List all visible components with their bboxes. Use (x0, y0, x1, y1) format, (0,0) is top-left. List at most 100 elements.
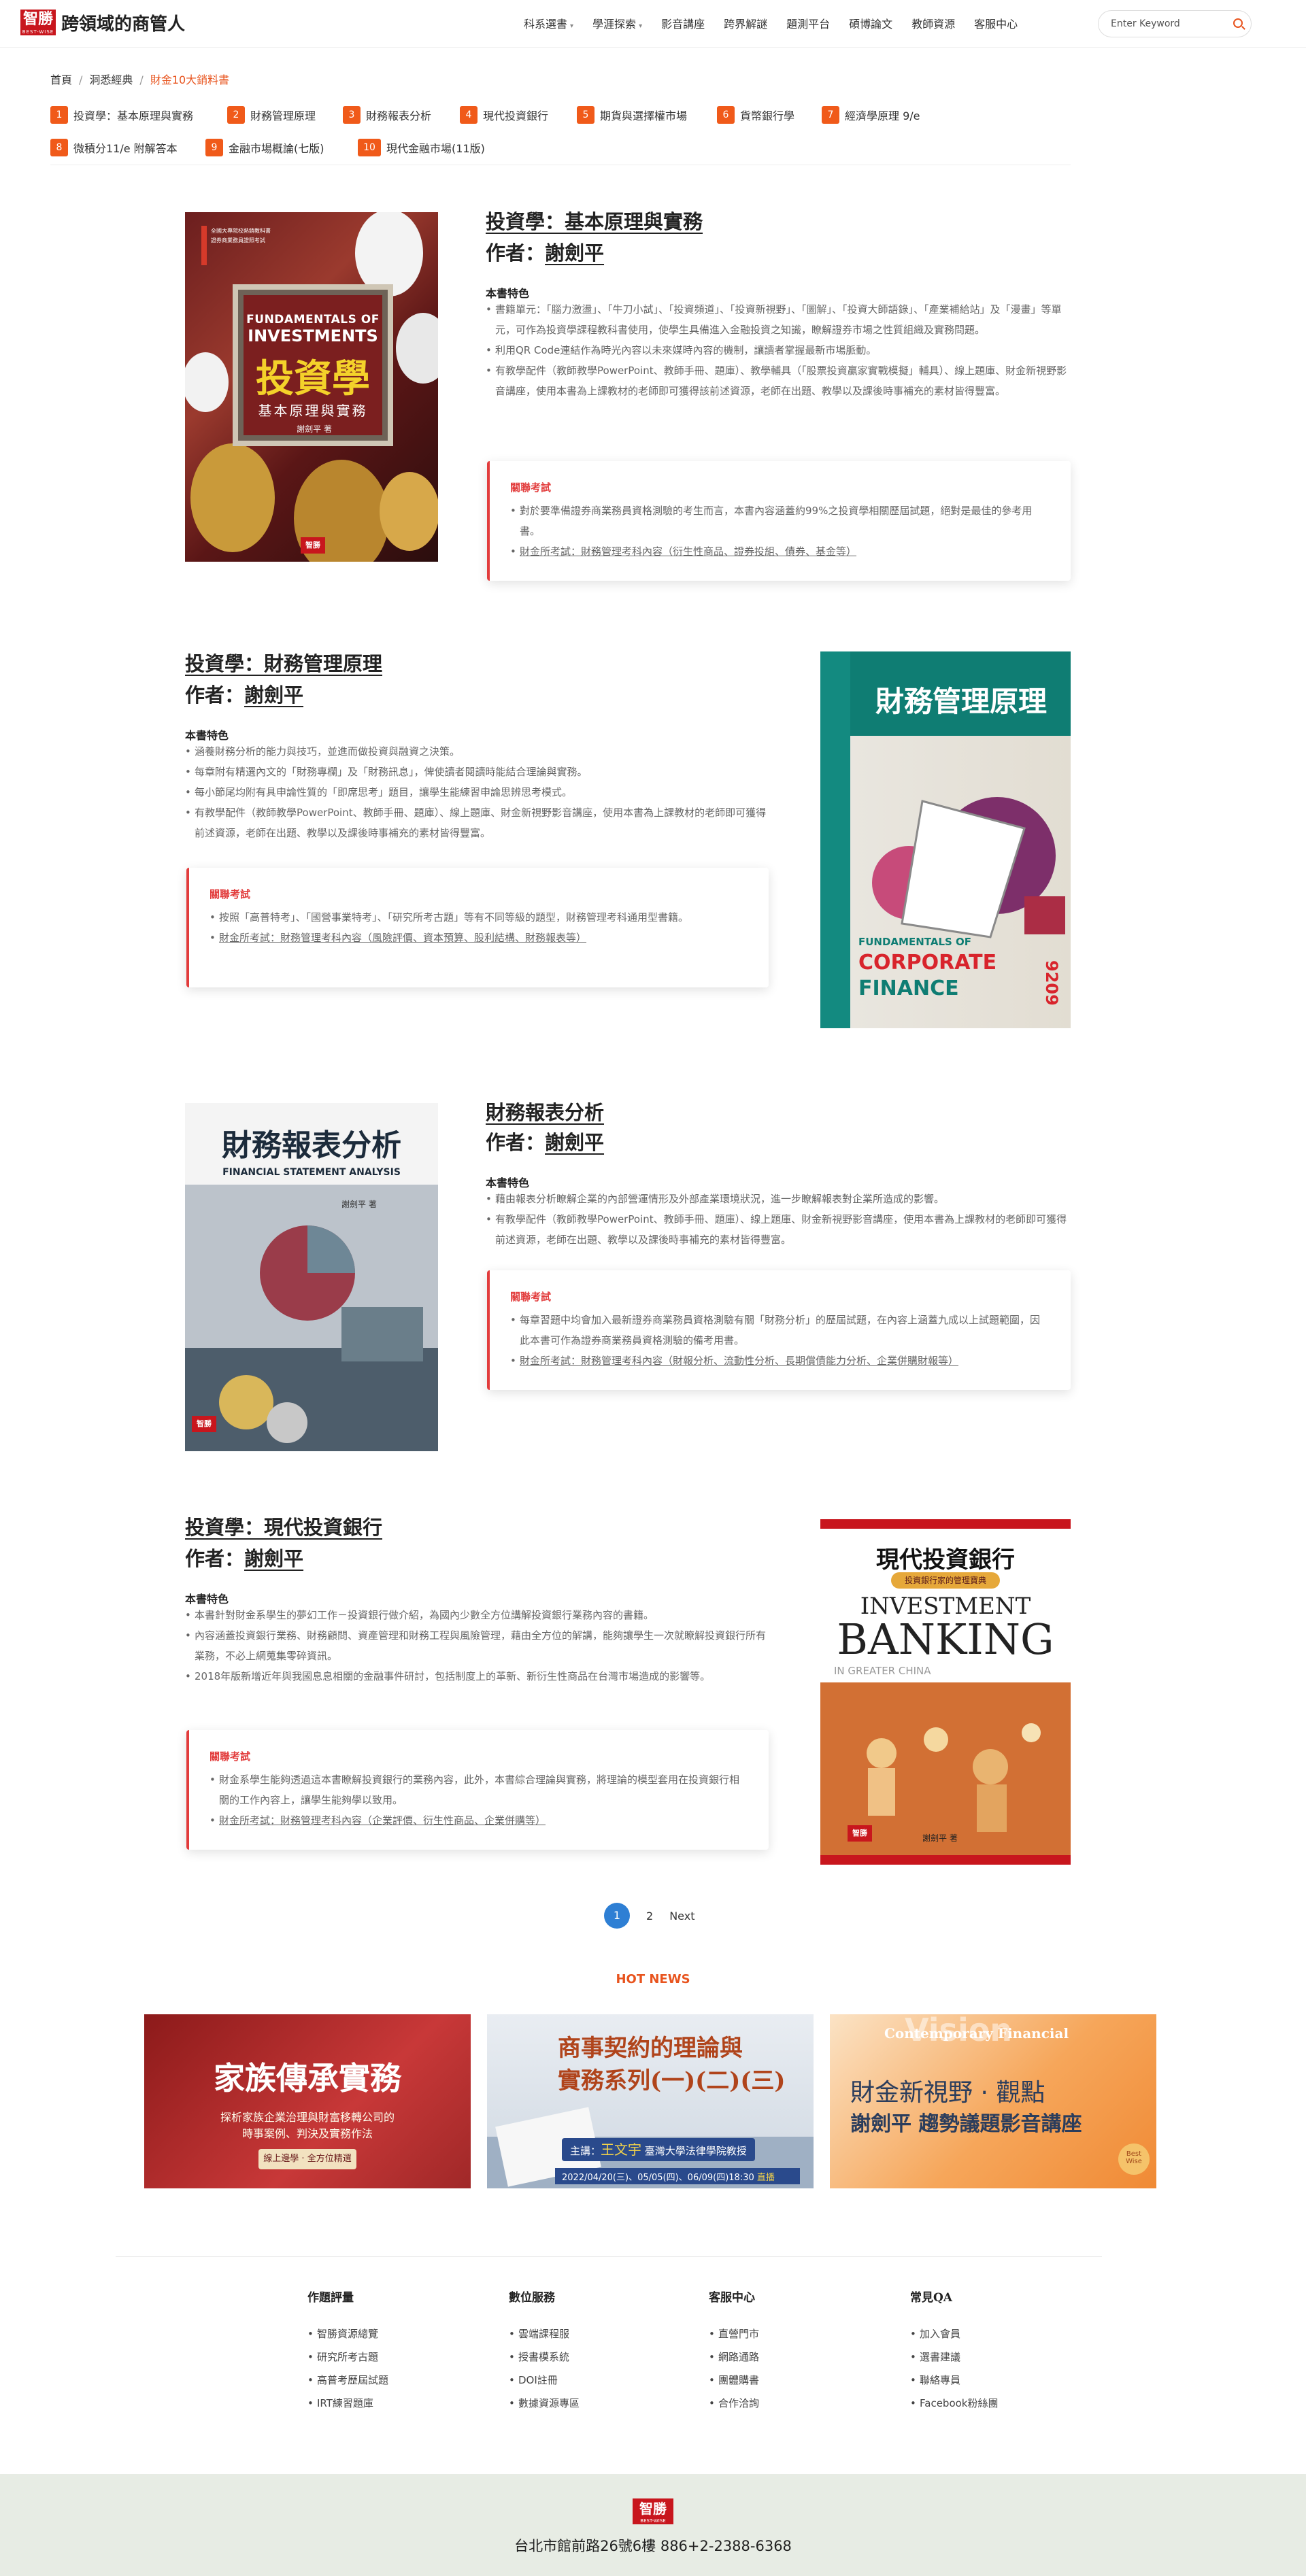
exam-link[interactable]: 財金所考試：財務管理考科內容（風險評價、資本預算、股利結構、財務報表等） (210, 928, 741, 948)
nav-item-career[interactable]: 學涯探索 ▾ (592, 15, 642, 31)
exam-box: 關聯考試 按照「高普特考」、「國營事業特考」、「研究所考古題」等有不同等級的題型… (186, 868, 769, 987)
footer-link[interactable]: 研究所考古題 (307, 2345, 388, 2369)
news-banner-family[interactable]: 家族傳承實務 探析家族企業治理與財富移轉公司的 時事案例、判決及實務作法 線上邊… (144, 2014, 471, 2188)
exam-link[interactable]: 財金所考試：財務管理考科內容（衍生性商品、證券投組、債券、基金等） (510, 541, 1043, 562)
footer-column: 作題評量 智勝資源總覽 研究所考古題 高普考歷屆試題 IRT練習題庫 (307, 2288, 388, 2415)
footer-link[interactable]: 數據資源專區 (509, 2392, 580, 2415)
news-banner-vision[interactable]: Vision Contemporary Financial 財金新視野 · 觀點… (830, 2014, 1156, 2188)
news-banner-contract[interactable]: 商事契約的理論與 實務系列(一)(二)(三) 主講：王文宇 臺灣大學法律學院教授… (487, 2014, 814, 2188)
features-heading: 本書特色 (486, 287, 530, 300)
cover-author: 謝劍平 著 (297, 424, 332, 434)
exam-list: 每章習題中均會加入最新證券商業務員資格測驗有關「財務分析」的歷屆試題，在內容上涵… (510, 1310, 1043, 1371)
footer-link[interactable]: DOI註冊 (509, 2369, 580, 2392)
breadcrumb-current: 財金10大銷料書 (150, 73, 230, 86)
breadcrumb-home[interactable]: 首頁 (50, 73, 72, 86)
footer-link[interactable]: 授書模系統 (509, 2345, 580, 2369)
exam-link[interactable]: 財金所考試：財務管理考科內容（財報分析、流動性分析、長期償債能力分析、企業併購財… (510, 1351, 1043, 1371)
book-tag[interactable]: 4 現代投資銀行 (460, 106, 548, 124)
footer-link[interactable]: IRT練習題庫 (307, 2392, 388, 2415)
main-nav: 科系選書 ▾ 學涯探索 ▾ 影音講座 跨界解謎 題測平台 碩博論文 教師資源 客服中… (524, 15, 1037, 31)
banner-title-2: 實務系列(一)(二)(三) (558, 2067, 786, 2095)
exam-link[interactable]: 財金所考試：財務管理考科內容（企業評價、衍生性商品、企業併購等） (210, 1810, 741, 1831)
book-tag[interactable]: 8 微積分11/e 附解答本 (50, 139, 178, 156)
book-cover[interactable]: 現代投資銀行 投資銀行家的管理寶典 INVESTMENT BANKING IN … (820, 1519, 1071, 1865)
site-name: 跨領域的商管人 (61, 14, 186, 35)
divider (116, 2256, 1102, 2257)
banner-title: 家族傳承實務 (214, 2060, 401, 2097)
book-tag[interactable]: 7 經濟學原理 9/e (822, 106, 920, 124)
book-title[interactable]: 財務報表分析 (486, 1098, 604, 1128)
exam-title: 關聯考試 (210, 1750, 251, 1763)
book-tag[interactable]: 6 貨幣銀行學 (717, 106, 794, 124)
book-tag[interactable]: 2 財務管理原理 (227, 106, 316, 124)
footer-address: 台北市館前路26號6樓 886+2-2388-6368 (514, 2538, 792, 2554)
banner-button: 線上邊學 · 全方位精選 (258, 2149, 356, 2169)
book-title[interactable]: 投資學：現代投資銀行 (185, 1512, 382, 1542)
cover-en-1: FUNDAMENTALS OF (858, 936, 972, 948)
footer-link[interactable]: 網路通路 (709, 2345, 759, 2369)
exam-item: 財金系學生能夠透過這本書瞭解投資銀行的業務內容，此外，本書綜合理論與實務，將理論… (210, 1769, 741, 1810)
nav-item-puzzle[interactable]: 跨界解謎 (724, 15, 767, 31)
banner-host: 主講：王文宇 臺灣大學法律學院教授 (562, 2138, 755, 2161)
pagination: 1 2 Next (604, 1903, 694, 1929)
footer-link[interactable]: 雲端課程服 (509, 2322, 580, 2345)
next-page-link[interactable]: Next (669, 1910, 694, 1922)
book-tag[interactable]: 5 期貨與選擇權市場 (577, 106, 687, 124)
footer-link[interactable]: 選書建議 (910, 2345, 998, 2369)
features-list: 藉由報表分析瞭解企業的內部營運情形及外部產業環境狀況，進一步瞭解報表對企業所造成… (486, 1189, 1071, 1250)
nav-item-video[interactable]: 影音講座 (661, 15, 705, 31)
search-input[interactable]: Enter Keyword (1098, 10, 1252, 37)
book-title[interactable]: 投資學：財務管理原理 (185, 649, 382, 679)
exam-box: 關聯考試 對於要準備證券商業務員資格測驗的考生而言，本書內容涵蓋約99%之投資學… (487, 461, 1071, 581)
cover-en-2: BANKING (837, 1614, 1054, 1664)
book-tag[interactable]: 1 投資學：基本原理與實務 (50, 106, 193, 124)
book-author: 作者：謝劍平 (486, 241, 605, 265)
site-footer: 智勝 BEST-WISE 台北市館前路26號6樓 886+2-2388-6368 (0, 2474, 1306, 2576)
footer-logo[interactable]: 智勝 BEST-WISE (633, 2498, 673, 2524)
nav-item-departments[interactable]: 科系選書 ▾ (524, 15, 573, 31)
footer-column-title: 數位服務 (509, 2291, 555, 2305)
footer-column-title: 作題評量 (307, 2291, 354, 2305)
footer-link[interactable]: 高普考歷屆試題 (307, 2369, 388, 2392)
footer-link[interactable]: 智勝資源總覽 (307, 2322, 388, 2345)
book-tag[interactable]: 10 現代金融市場(11版) (358, 139, 485, 156)
footer-link[interactable]: 聯絡專員 (910, 2369, 998, 2392)
search-icon[interactable] (1233, 18, 1243, 28)
nav-item-service[interactable]: 客服中心 (974, 15, 1018, 31)
footer-link[interactable]: Facebook粉絲團 (910, 2392, 998, 2415)
banner-sub: 時事案例、判決及實務作法 (241, 2127, 373, 2140)
nav-item-teacher[interactable]: 教師資源 (911, 15, 955, 31)
footer-link[interactable]: 合作洽詢 (709, 2392, 759, 2415)
feature-item: 涵養財務分析的能力與技巧，並進而做投資與融資之決策。 (185, 741, 771, 762)
book-cover[interactable]: 財務管理原理 FUNDAMENTALS OF CORPORATE FINANCE… (820, 651, 1071, 1028)
banner-sub: 探析家族企業治理與財富移轉公司的 (220, 2111, 395, 2124)
nav-item-quiz[interactable]: 題測平台 (786, 15, 830, 31)
page-2[interactable]: 2 (646, 1910, 653, 1922)
banner-en: Contemporary Financial (884, 2025, 1069, 2041)
footer-link[interactable]: 團體購書 (709, 2369, 759, 2392)
cover-zh-title: 現代投資銀行 (876, 1546, 1015, 1574)
book-cover[interactable]: 全國大專院校熱銷教科書 證券商業務員證照考試 FUNDAMENTALS OF I… (185, 212, 438, 562)
exam-item: 對於要準備證券商業務員資格測驗的考生而言，本書內容涵蓋約99%之投資學相關歷屆試… (510, 501, 1043, 541)
book-cover[interactable]: 財務報表分析 FINANCIAL STATEMENT ANALYSIS 謝劍平 … (185, 1103, 438, 1451)
publisher-logo: 智勝 (848, 1825, 872, 1842)
banner-date: 2022/04/20(三)、05/05(四)、06/09(四)18:30 直播 (562, 2173, 775, 2183)
site-logo[interactable]: 智勝 BEST-WISE 跨領域的商管人 (20, 10, 185, 35)
cover-en-title-2: INVESTMENTS (248, 326, 378, 345)
features-heading: 本書特色 (185, 1593, 229, 1606)
breadcrumb-section[interactable]: 洞悉經典 (89, 73, 133, 86)
footer-link[interactable]: 加入會員 (910, 2322, 998, 2345)
nav-item-thesis[interactable]: 碩博論文 (849, 15, 892, 31)
svg-text:全國大專院校熱銷教科書: 全國大專院校熱銷教科書 (211, 227, 271, 234)
cover-zh-title: 財務報表分析 (222, 1128, 401, 1163)
cover-zh-title: 財務管理原理 (875, 685, 1047, 718)
book-tag[interactable]: 3 財務報表分析 (343, 106, 431, 124)
exam-item: 每章習題中均會加入最新證券商業務員資格測驗有關「財務分析」的歷屆試題，在內容上涵… (510, 1310, 1043, 1351)
book-tag[interactable]: 9 金融市場概論(七版) (205, 139, 324, 156)
footer-column: 客服中心 直營門市 網路通路 團體購書 合作洽詢 (709, 2288, 759, 2415)
exam-list: 財金系學生能夠透過這本書瞭解投資銀行的業務內容，此外，本書綜合理論與實務，將理論… (210, 1769, 741, 1831)
page-1[interactable]: 1 (604, 1903, 630, 1929)
footer-link[interactable]: 直營門市 (709, 2322, 759, 2345)
banner-title: 商事契約的理論與 (558, 2035, 743, 2062)
book-title[interactable]: 投資學：基本原理與實務 (486, 207, 703, 237)
